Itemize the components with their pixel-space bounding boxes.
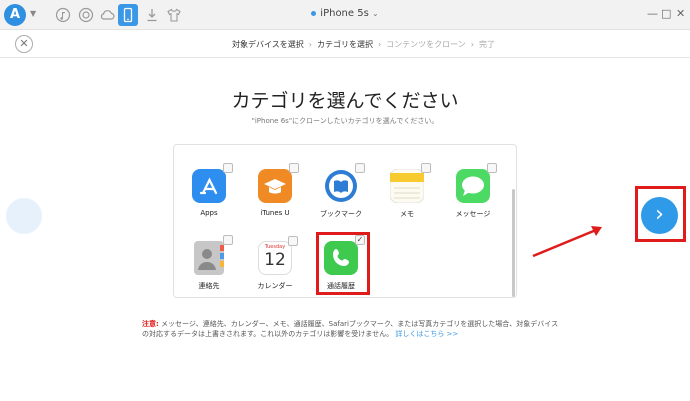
title-bar: A ▼ iPhone 5s ⌄ — □ ✕	[0, 0, 690, 30]
warning-note: 注意: メッセージ、連絡先、カレンダー、メモ、通話履歴、Safariブックマーク…	[142, 319, 562, 339]
chevron-down-icon: ⌄	[372, 9, 379, 18]
close-window-button[interactable]: ✕	[676, 8, 685, 20]
next-button[interactable]: ›	[641, 197, 678, 234]
page-title: カテゴリを選んでください	[231, 90, 459, 112]
category-label: メモ	[400, 210, 414, 218]
phone-icon[interactable]	[118, 4, 138, 26]
category-checkbox[interactable]	[355, 163, 365, 173]
device-status-dot	[311, 10, 317, 16]
category-label: Apps	[200, 209, 218, 217]
app-logo-icon[interactable]: A	[4, 4, 26, 26]
page-subtitle: "iPhone 6s"にクローンしたいカテゴリを選んでください。	[251, 117, 439, 125]
step-complete: 完了	[478, 40, 495, 49]
scrollbar[interactable]	[512, 189, 515, 297]
logo-dropdown-caret-icon[interactable]: ▼	[30, 9, 36, 18]
app-store-icon	[192, 163, 233, 203]
category-bookmarks[interactable]: ブックマーク	[312, 163, 370, 219]
learn-more-link[interactable]: 詳しくはこちら >>	[395, 330, 458, 338]
cloud-icon[interactable]	[99, 7, 115, 23]
category-calendar[interactable]: Tuesday 12 カレンダー	[246, 236, 304, 291]
highlight-call-history	[316, 232, 370, 295]
category-checkbox[interactable]	[421, 163, 431, 173]
contacts-icon	[192, 235, 233, 275]
category-itunes-u[interactable]: iTunes U	[246, 163, 304, 217]
itunes-u-icon	[258, 163, 299, 203]
steps-bar: ✕ 対象デバイスを選択 › カテゴリを選択 › コンテンツをクローン › 完了	[0, 30, 690, 58]
download-icon[interactable]	[144, 7, 160, 23]
clock-icon[interactable]	[78, 7, 94, 23]
device-selector[interactable]: iPhone 5s ⌄	[300, 8, 390, 19]
ibooks-icon	[324, 163, 365, 203]
maximize-button[interactable]: □	[661, 8, 671, 20]
calendar-day: Tuesday	[264, 244, 286, 250]
category-label: ブックマーク	[320, 210, 362, 218]
note-label: 注意:	[142, 320, 159, 328]
category-label: 連絡先	[198, 282, 220, 290]
step-separator: ›	[377, 40, 382, 49]
category-checkbox[interactable]	[223, 163, 233, 173]
close-icon[interactable]: ✕	[15, 35, 33, 53]
category-label: メッセージ	[455, 210, 491, 218]
music-icon[interactable]	[55, 7, 71, 23]
category-checkbox[interactable]	[487, 163, 497, 173]
step-select-device: 対象デバイスを選択	[232, 40, 304, 49]
annotation-arrow	[532, 226, 602, 258]
category-notes[interactable]: メモ	[378, 163, 436, 219]
previous-button[interactable]	[6, 198, 42, 234]
note-text: メッセージ、連絡先、カレンダー、メモ、通話履歴、Safariブックマーク、または…	[142, 320, 559, 338]
category-checkbox[interactable]	[223, 235, 233, 245]
step-clone-content: コンテンツをクローン	[386, 40, 466, 49]
category-checkbox[interactable]	[288, 236, 298, 246]
chevron-right-icon: ›	[655, 202, 664, 227]
calendar-date: 12	[264, 250, 286, 270]
category-label: カレンダー	[257, 282, 293, 290]
category-checkbox[interactable]	[289, 163, 299, 173]
notes-icon	[390, 163, 431, 203]
breadcrumb: 対象デバイスを選択 › カテゴリを選択 › コンテンツをクローン › 完了	[232, 39, 495, 50]
category-apps[interactable]: Apps	[180, 163, 238, 217]
minimize-button[interactable]: —	[647, 8, 658, 20]
messages-icon	[456, 163, 497, 203]
step-select-category: カテゴリを選択	[316, 40, 373, 49]
shirt-icon[interactable]	[166, 7, 182, 23]
calendar-icon: Tuesday 12	[258, 236, 298, 275]
category-label: iTunes U	[260, 209, 290, 217]
category-contacts[interactable]: 連絡先	[180, 235, 238, 291]
step-separator: ›	[308, 40, 312, 49]
step-separator: ›	[470, 40, 474, 49]
category-messages[interactable]: メッセージ	[444, 163, 502, 219]
device-name: iPhone 5s	[320, 8, 369, 19]
